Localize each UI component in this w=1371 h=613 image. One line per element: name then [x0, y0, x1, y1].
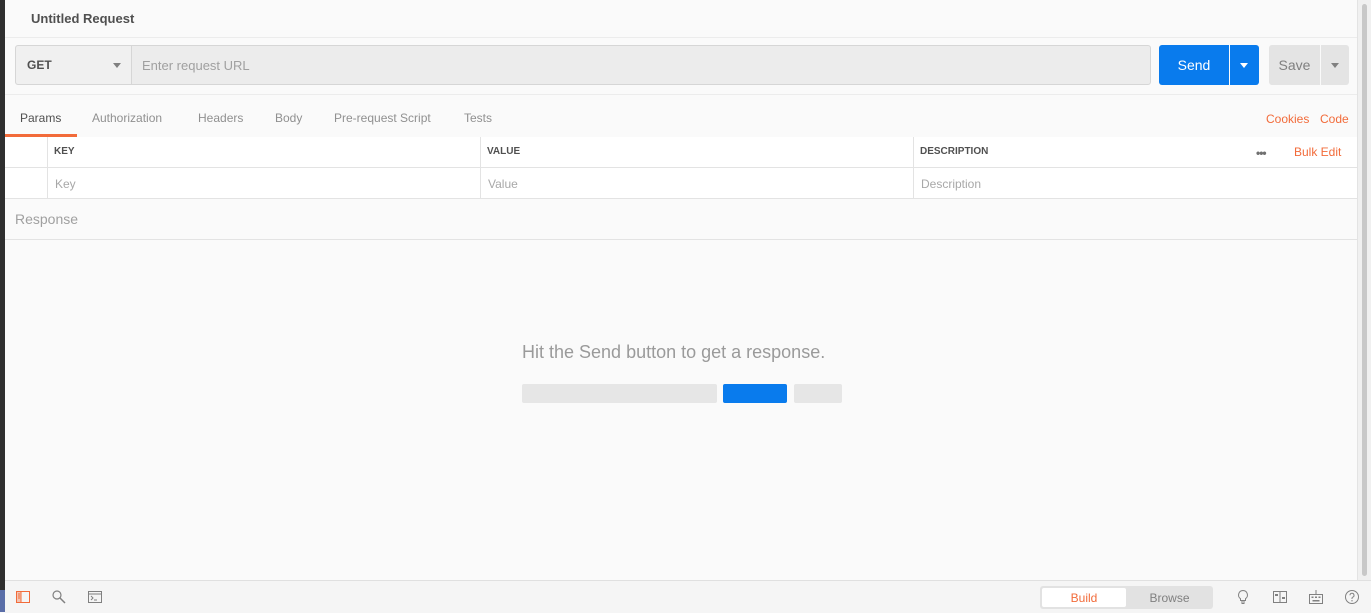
response-label: Response	[15, 211, 79, 227]
cookies-link[interactable]: Cookies	[1266, 112, 1309, 126]
tab-body[interactable]: Body	[275, 111, 302, 125]
key-header-label: KEY	[54, 146, 75, 157]
browse-mode-button[interactable]: Browse	[1128, 588, 1211, 607]
key-placeholder: Key	[55, 177, 76, 191]
description-column-header: DESCRIPTION	[913, 137, 1358, 167]
params-row: Key Value Description	[5, 168, 1358, 199]
tab-headers[interactable]: Headers	[198, 111, 243, 125]
send-button[interactable]: Send	[1159, 45, 1229, 85]
description-placeholder: Description	[921, 177, 982, 191]
scrollbar-thumb[interactable]	[1362, 4, 1367, 576]
illustration-save-button	[794, 384, 842, 403]
two-pane-icon[interactable]	[1272, 589, 1288, 605]
keyboard-icon[interactable]	[1308, 589, 1324, 605]
send-options-button[interactable]	[1230, 45, 1259, 85]
request-title[interactable]: Untitled Request	[31, 11, 134, 26]
param-key-input[interactable]: Key	[47, 168, 480, 198]
value-header-label: VALUE	[487, 146, 521, 157]
lightbulb-icon[interactable]	[1235, 589, 1251, 605]
vertical-scrollbar[interactable]	[1357, 0, 1371, 580]
row-checkbox[interactable]	[5, 168, 47, 198]
url-bar: GET	[15, 45, 1151, 85]
save-options-button[interactable]	[1321, 45, 1349, 85]
find-icon[interactable]	[51, 589, 67, 605]
save-button[interactable]: Save	[1269, 45, 1320, 85]
param-description-input[interactable]: Description	[913, 168, 1358, 198]
empty-response-message: Hit the Send button to get a response.	[522, 342, 826, 362]
checkbox-column-header	[5, 137, 47, 167]
sidebar-icon[interactable]	[15, 589, 31, 605]
code-link[interactable]: Code	[1320, 112, 1349, 126]
request-tabs: Params Authorization Headers Body Pre-re…	[5, 94, 1358, 138]
method-label: GET	[27, 58, 52, 72]
params-table: KEY VALUE DESCRIPTION ••• Bulk Edit Key …	[5, 137, 1358, 199]
url-input[interactable]	[132, 46, 1148, 84]
param-value-input[interactable]: Value	[480, 168, 913, 198]
params-header-row: KEY VALUE DESCRIPTION ••• Bulk Edit	[5, 137, 1358, 168]
tab-pre-request-script[interactable]: Pre-request Script	[334, 111, 431, 125]
method-select[interactable]: GET	[16, 46, 132, 84]
chevron-down-icon	[1331, 63, 1339, 68]
bulk-edit-link[interactable]: Bulk Edit	[1294, 145, 1341, 159]
chevron-down-icon	[1240, 63, 1248, 68]
value-placeholder: Value	[488, 177, 518, 191]
chevron-down-icon	[113, 63, 121, 68]
illustration-url-bar	[522, 384, 717, 403]
help-icon[interactable]	[1344, 589, 1360, 605]
console-icon[interactable]	[87, 589, 103, 605]
response-header: Response	[5, 199, 1358, 240]
request-title-bar: Untitled Request	[5, 0, 1358, 38]
tab-params[interactable]: Params	[20, 111, 61, 125]
value-column-header: VALUE	[480, 137, 913, 167]
request-builder: Untitled Request GET Send Save Params Au…	[5, 0, 1358, 580]
tab-authorization[interactable]: Authorization	[92, 111, 162, 125]
illustration-send-button	[723, 384, 787, 403]
build-browse-toggle: Build Browse	[1040, 586, 1213, 609]
status-bar: Build Browse	[5, 580, 1371, 613]
more-options-icon[interactable]: •••	[1256, 146, 1267, 160]
build-mode-button[interactable]: Build	[1042, 588, 1126, 607]
description-header-label: DESCRIPTION	[920, 146, 989, 157]
key-column-header: KEY	[47, 137, 480, 167]
tab-tests[interactable]: Tests	[464, 111, 492, 125]
